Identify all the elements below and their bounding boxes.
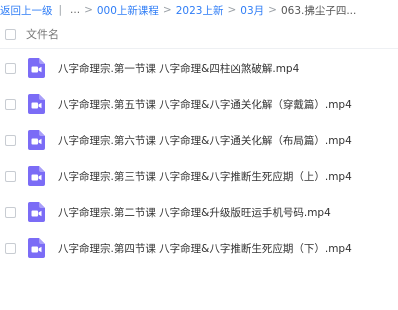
row-checkbox[interactable] xyxy=(5,242,16,254)
breadcrumb-separator: > xyxy=(227,4,237,16)
file-name: 八字命理宗.第二节课 八字命理&升级版旺运手机号码.mp4 xyxy=(58,206,331,219)
row-checkbox[interactable] xyxy=(5,98,16,110)
breadcrumb-separator: | xyxy=(58,4,63,16)
list-item[interactable]: 八字命理宗.第五节课 八字命理&八字通关化解（穿戴篇）.mp4 xyxy=(0,86,398,122)
breadcrumb-item-2023[interactable]: 2023上新 xyxy=(176,3,224,18)
breadcrumb-ellipsis[interactable]: ... xyxy=(70,4,80,16)
file-name: 八字命理宗.第四节课 八字命理&八字推断生死应期（下）.mp4 xyxy=(58,242,352,255)
file-name: 八字命理宗.第一节课 八字命理&四柱凶煞破解.mp4 xyxy=(58,62,300,75)
video-file-icon xyxy=(28,94,45,114)
video-file-icon xyxy=(28,130,45,150)
list-item[interactable]: 八字命理宗.第二节课 八字命理&升级版旺运手机号码.mp4 xyxy=(0,194,398,230)
list-item[interactable]: 八字命理宗.第一节课 八字命理&四柱凶煞破解.mp4 xyxy=(0,50,398,86)
breadcrumb-item-000[interactable]: 000上新课程 xyxy=(97,3,159,18)
file-list: 八字命理宗.第一节课 八字命理&四柱凶煞破解.mp4 八字命理宗.第五节课 八字… xyxy=(0,50,398,266)
file-name: 八字命理宗.第五节课 八字命理&八字通关化解（穿戴篇）.mp4 xyxy=(58,98,352,111)
video-file-icon xyxy=(28,202,45,222)
file-browser: 返回上一级 | ... > 000上新课程 > 2023上新 > 03月 > 0… xyxy=(0,0,398,310)
breadcrumb-current: 063.拂尘子四... xyxy=(280,4,357,17)
video-file-icon xyxy=(28,238,45,258)
video-file-icon xyxy=(28,166,45,186)
breadcrumb: 返回上一级 | ... > 000上新课程 > 2023上新 > 03月 > 0… xyxy=(0,0,398,20)
breadcrumb-separator: > xyxy=(84,4,93,16)
file-name: 八字命理宗.第六节课 八字命理&八字通关化解（布局篇）.mp4 xyxy=(58,134,352,147)
column-header-filename[interactable]: 文件名 xyxy=(26,26,59,42)
select-all-checkbox[interactable] xyxy=(5,28,16,40)
row-checkbox[interactable] xyxy=(5,134,16,146)
list-item[interactable]: 八字命理宗.第四节课 八字命理&八字推断生死应期（下）.mp4 xyxy=(0,230,398,266)
file-name: 八字命理宗.第三节课 八字命理&八字推断生死应期（上）.mp4 xyxy=(58,170,352,183)
breadcrumb-item-03[interactable]: 03月 xyxy=(240,3,264,18)
row-checkbox[interactable] xyxy=(5,206,16,218)
video-file-icon xyxy=(28,58,45,78)
row-checkbox[interactable] xyxy=(5,62,16,74)
list-item[interactable]: 八字命理宗.第六节课 八字命理&八字通关化解（布局篇）.mp4 xyxy=(0,122,398,158)
list-item[interactable]: 八字命理宗.第三节课 八字命理&八字推断生死应期（上）.mp4 xyxy=(0,158,398,194)
breadcrumb-separator: > xyxy=(268,4,277,16)
back-link[interactable]: 返回上一级 xyxy=(0,3,53,18)
row-checkbox[interactable] xyxy=(5,170,16,182)
list-header: 文件名 xyxy=(0,20,398,49)
breadcrumb-separator: > xyxy=(162,4,172,16)
